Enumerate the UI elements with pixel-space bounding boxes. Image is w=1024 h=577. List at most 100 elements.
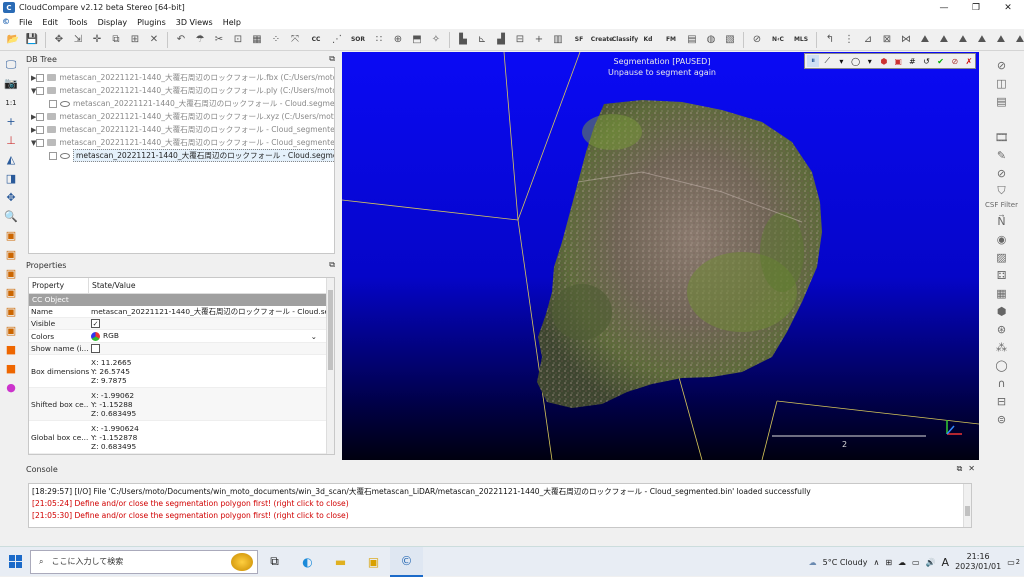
sphere-icon[interactable]: ✧ [427,31,445,49]
view-right-icon[interactable]: ▣ [2,303,20,320]
camera-icon[interactable]: 📷 [2,75,20,92]
edge-browser-icon[interactable]: ◐ [291,547,324,577]
mountain-4-icon[interactable]: ⛰ [973,31,991,49]
mountain-1-icon[interactable]: ⛰ [916,31,934,49]
box-slice-icon[interactable]: ⊟ [992,393,1012,409]
delete-icon[interactable]: ✕ [145,31,163,49]
point-pick-icon[interactable]: ⊥ [2,132,20,149]
visibility-checkbox[interactable] [36,86,45,95]
tree-item-segmented-t[interactable]: ▶ metascan_20221121-1440_大覆石周辺のロックフォール -… [29,123,334,136]
stereo-icon[interactable]: ● [2,379,20,396]
colors-dropdown[interactable]: RGB ⌄ [91,331,321,341]
mountain-3-icon[interactable]: ⛰ [954,31,972,49]
arch-icon[interactable]: ∩ [992,375,1012,391]
facets-icon[interactable]: ⊠ [878,31,896,49]
globe-icon[interactable]: ◍ [702,31,720,49]
dice-icon[interactable]: ⚃ [992,267,1012,283]
visibility-checkbox[interactable] [49,99,57,108]
reset-icon[interactable]: ↺ [920,55,932,67]
kd-button[interactable]: Kd [637,31,659,49]
segment-in-icon[interactable]: ⬢ [878,55,890,67]
ransac-icon[interactable]: ⋈ [897,31,915,49]
save-icon[interactable]: 💾 [23,31,41,49]
network-icon[interactable]: ⊛ [992,321,1012,337]
rasterize-icon[interactable]: ▨ [992,249,1012,265]
onedrive-icon[interactable]: ☁ [898,558,906,567]
polyline-icon[interactable]: ⟋ [821,55,833,67]
clone-icon[interactable]: ⧉ [107,31,125,49]
histogram-icon[interactable]: ▙ [454,31,472,49]
ortho-icon[interactable]: ◭ [2,151,20,168]
move-icon[interactable]: ✛ [88,31,106,49]
section-icon[interactable]: ⋮ [840,31,858,49]
dropdown-arrow-icon[interactable]: ▾ [864,55,876,67]
tree-item-ply[interactable]: ▼ metascan_20221121-1440_大覆石周辺のロックフォール.p… [29,84,334,97]
display-icon[interactable]: ▭ [912,558,920,567]
circle-slash-icon[interactable]: ⊘ [992,165,1012,181]
noise-icon[interactable]: ∷ [370,31,388,49]
pen-icon[interactable]: ✎ [992,147,1012,163]
film-icon[interactable]: 🎞 [992,129,1012,145]
normal-icon[interactable]: N⃗ [992,213,1012,229]
transform-icon[interactable]: ✥ [50,31,68,49]
mountain-2-icon[interactable]: ⛰ [935,31,953,49]
nc-button[interactable]: N‹C [767,31,789,49]
maximize-button[interactable]: ❐ [960,0,992,15]
search-highlight-icon[interactable] [231,552,253,571]
start-button[interactable] [0,547,30,577]
store-icon[interactable]: ▣ [357,547,390,577]
tree-item-xyz[interactable]: ▶ metascan_20221121-1440_大覆石周辺のロックフォール.x… [29,110,334,123]
compass-icon[interactable]: ⊘ [992,57,1012,73]
pivot-icon[interactable]: + [2,113,20,130]
rect-select-icon[interactable]: ◯ [850,55,862,67]
brush-icon[interactable]: ☂ [191,31,209,49]
grid-icon[interactable]: ▤ [683,31,701,49]
visibility-checkbox[interactable] [49,151,57,160]
chart-icon[interactable]: ▟ [492,31,510,49]
tree-item-fbx[interactable]: ▶ metascan_20221121-1440_大覆石周辺のロックフォール.f… [29,71,334,84]
close-icon[interactable]: ✕ [968,464,975,474]
fm-button[interactable]: FM [660,31,682,49]
chevron-up-icon[interactable]: ∧ [873,558,879,567]
network-icon[interactable]: ⊞ [885,558,892,567]
dropdown-arrow-icon[interactable]: ▾ [835,55,847,67]
visibility-checkbox[interactable] [36,125,45,134]
close-button[interactable]: ✕ [992,0,1024,15]
volume-icon[interactable]: ⊟ [511,31,529,49]
layers-icon[interactable]: ▤ [992,93,1012,109]
sor-button[interactable]: SOR [347,31,369,49]
view-top-icon[interactable]: ▣ [2,227,20,244]
tree-item-selected-cloud[interactable]: metascan_20221121-1440_大覆石周辺のロックフォール - C… [29,149,334,162]
tree-item-ply-cloud[interactable]: metascan_20221121-1440_大覆石周辺のロックフォール - C… [29,97,334,110]
show-name-checkbox[interactable] [91,344,100,353]
prop-name-value[interactable]: metascan_20221121-1440_大覆石周辺のロックフォール - C… [89,306,328,317]
visibility-checkbox[interactable] [36,73,45,82]
front-cube-icon[interactable]: ■ [2,341,20,358]
mountain-5-icon[interactable]: ⛰ [992,31,1010,49]
measure-icon[interactable]: ⊾ [473,31,491,49]
visibility-checkbox[interactable] [36,138,45,147]
shield-icon[interactable]: ⛉ [992,183,1012,199]
classify-button[interactable]: Classify [612,31,638,49]
console-scrollbar[interactable] [963,484,971,527]
hexagon-icon[interactable]: ⬢ [992,303,1012,319]
grid-icon[interactable]: ▦ [992,285,1012,301]
box-icon[interactable]: ◨ [2,170,20,187]
ime-mode[interactable]: A [942,556,950,569]
task-view-icon[interactable]: ⧉ [258,547,291,577]
undock-icon[interactable]: ⧉ [329,54,335,64]
view-front-icon[interactable]: ▣ [2,246,20,263]
open-icon[interactable]: 📂 [4,31,22,49]
back-cube-icon[interactable]: ■ [2,360,20,377]
tank-icon[interactable]: ⊜ [992,411,1012,427]
merge-icon[interactable]: ⊞ [126,31,144,49]
scalar-icon[interactable]: ▥ [549,31,567,49]
cluster-icon[interactable]: ⁂ [992,339,1012,355]
view-left-icon[interactable]: ▣ [2,265,20,282]
create-button[interactable]: Create [591,31,613,49]
cc-icon[interactable]: CC [305,31,327,49]
crop-icon[interactable]: ⊡ [229,31,247,49]
mls-button[interactable]: MLS [790,31,812,49]
visible-checkbox[interactable]: ✓ [91,319,100,328]
weather-text[interactable]: 5°C Cloudy [823,558,868,567]
